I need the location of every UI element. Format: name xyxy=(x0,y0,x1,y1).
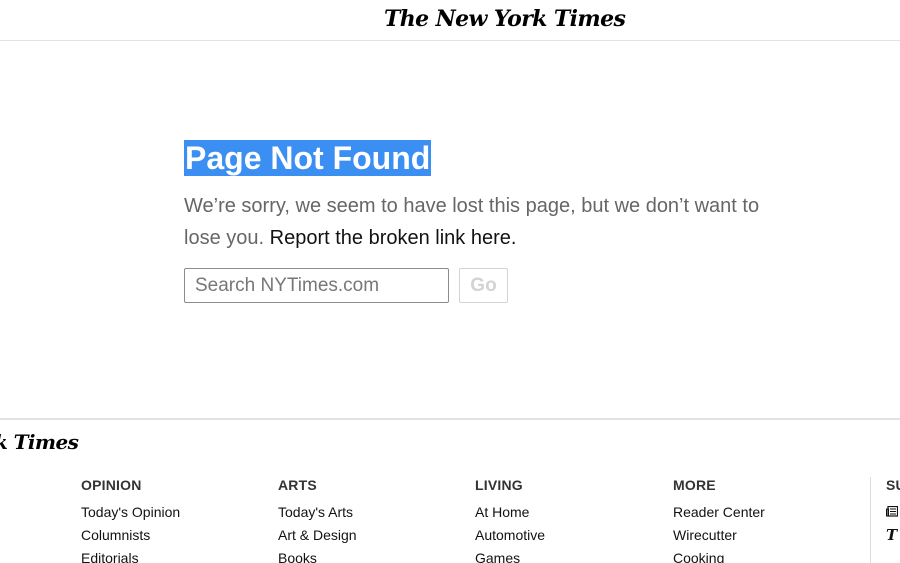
footer-column-title: ARTS xyxy=(278,477,317,493)
not-found-content: Page Not Found We’re sorry, we seem to h… xyxy=(184,140,784,303)
footer-column-title: LIVING xyxy=(475,477,523,493)
footer-column-living: LIVING At Home Automotive Games xyxy=(475,477,655,563)
error-message: We’re sorry, we seem to have lost this p… xyxy=(184,190,774,254)
search-input[interactable] xyxy=(184,268,449,303)
masthead: The New York Times xyxy=(0,0,900,41)
footer-divider xyxy=(870,477,871,563)
footer-link[interactable]: Games xyxy=(475,547,655,563)
footer-link[interactable]: Today's Arts xyxy=(278,501,458,524)
footer-link[interactable]: Automotive xyxy=(475,524,655,547)
footer-column-title: SU xyxy=(886,477,900,493)
footer-link[interactable]: Today's Opinion xyxy=(81,501,261,524)
newspaper-icon[interactable] xyxy=(886,501,900,524)
footer-column-title: MORE xyxy=(673,477,716,493)
nyt-logo[interactable]: The New York Times xyxy=(384,6,626,32)
footer-link[interactable]: Wirecutter xyxy=(673,524,853,547)
footer-column-arts: ARTS Today's Arts Art & Design Books xyxy=(278,477,458,563)
site-footer: k Times OPINION Today's Opinion Columnis… xyxy=(0,418,900,563)
footer-column-opinion: OPINION Today's Opinion Columnists Edito… xyxy=(81,477,261,563)
footer-link[interactable]: Books xyxy=(278,547,458,563)
footer-link[interactable]: Editorials xyxy=(81,547,261,563)
search-form: Go xyxy=(184,268,514,304)
footer-link[interactable]: Cooking xyxy=(673,547,853,563)
footer-link[interactable]: Reader Center xyxy=(673,501,853,524)
footer-link[interactable]: At Home xyxy=(475,501,655,524)
page-title: Page Not Found xyxy=(184,140,432,176)
footer-column-more: MORE Reader Center Wirecutter Cooking xyxy=(673,477,853,563)
report-broken-link[interactable]: Report the broken link here. xyxy=(270,227,517,249)
t-logo-icon[interactable]: T xyxy=(886,524,900,547)
footer-link[interactable]: Columnists xyxy=(81,524,261,547)
footer-column-subscribe: SU T xyxy=(886,477,900,547)
footer-nyt-logo[interactable]: k Times xyxy=(0,430,79,454)
go-button[interactable]: Go xyxy=(459,268,508,303)
footer-column-title: OPINION xyxy=(81,477,142,493)
footer-link[interactable]: Art & Design xyxy=(278,524,458,547)
